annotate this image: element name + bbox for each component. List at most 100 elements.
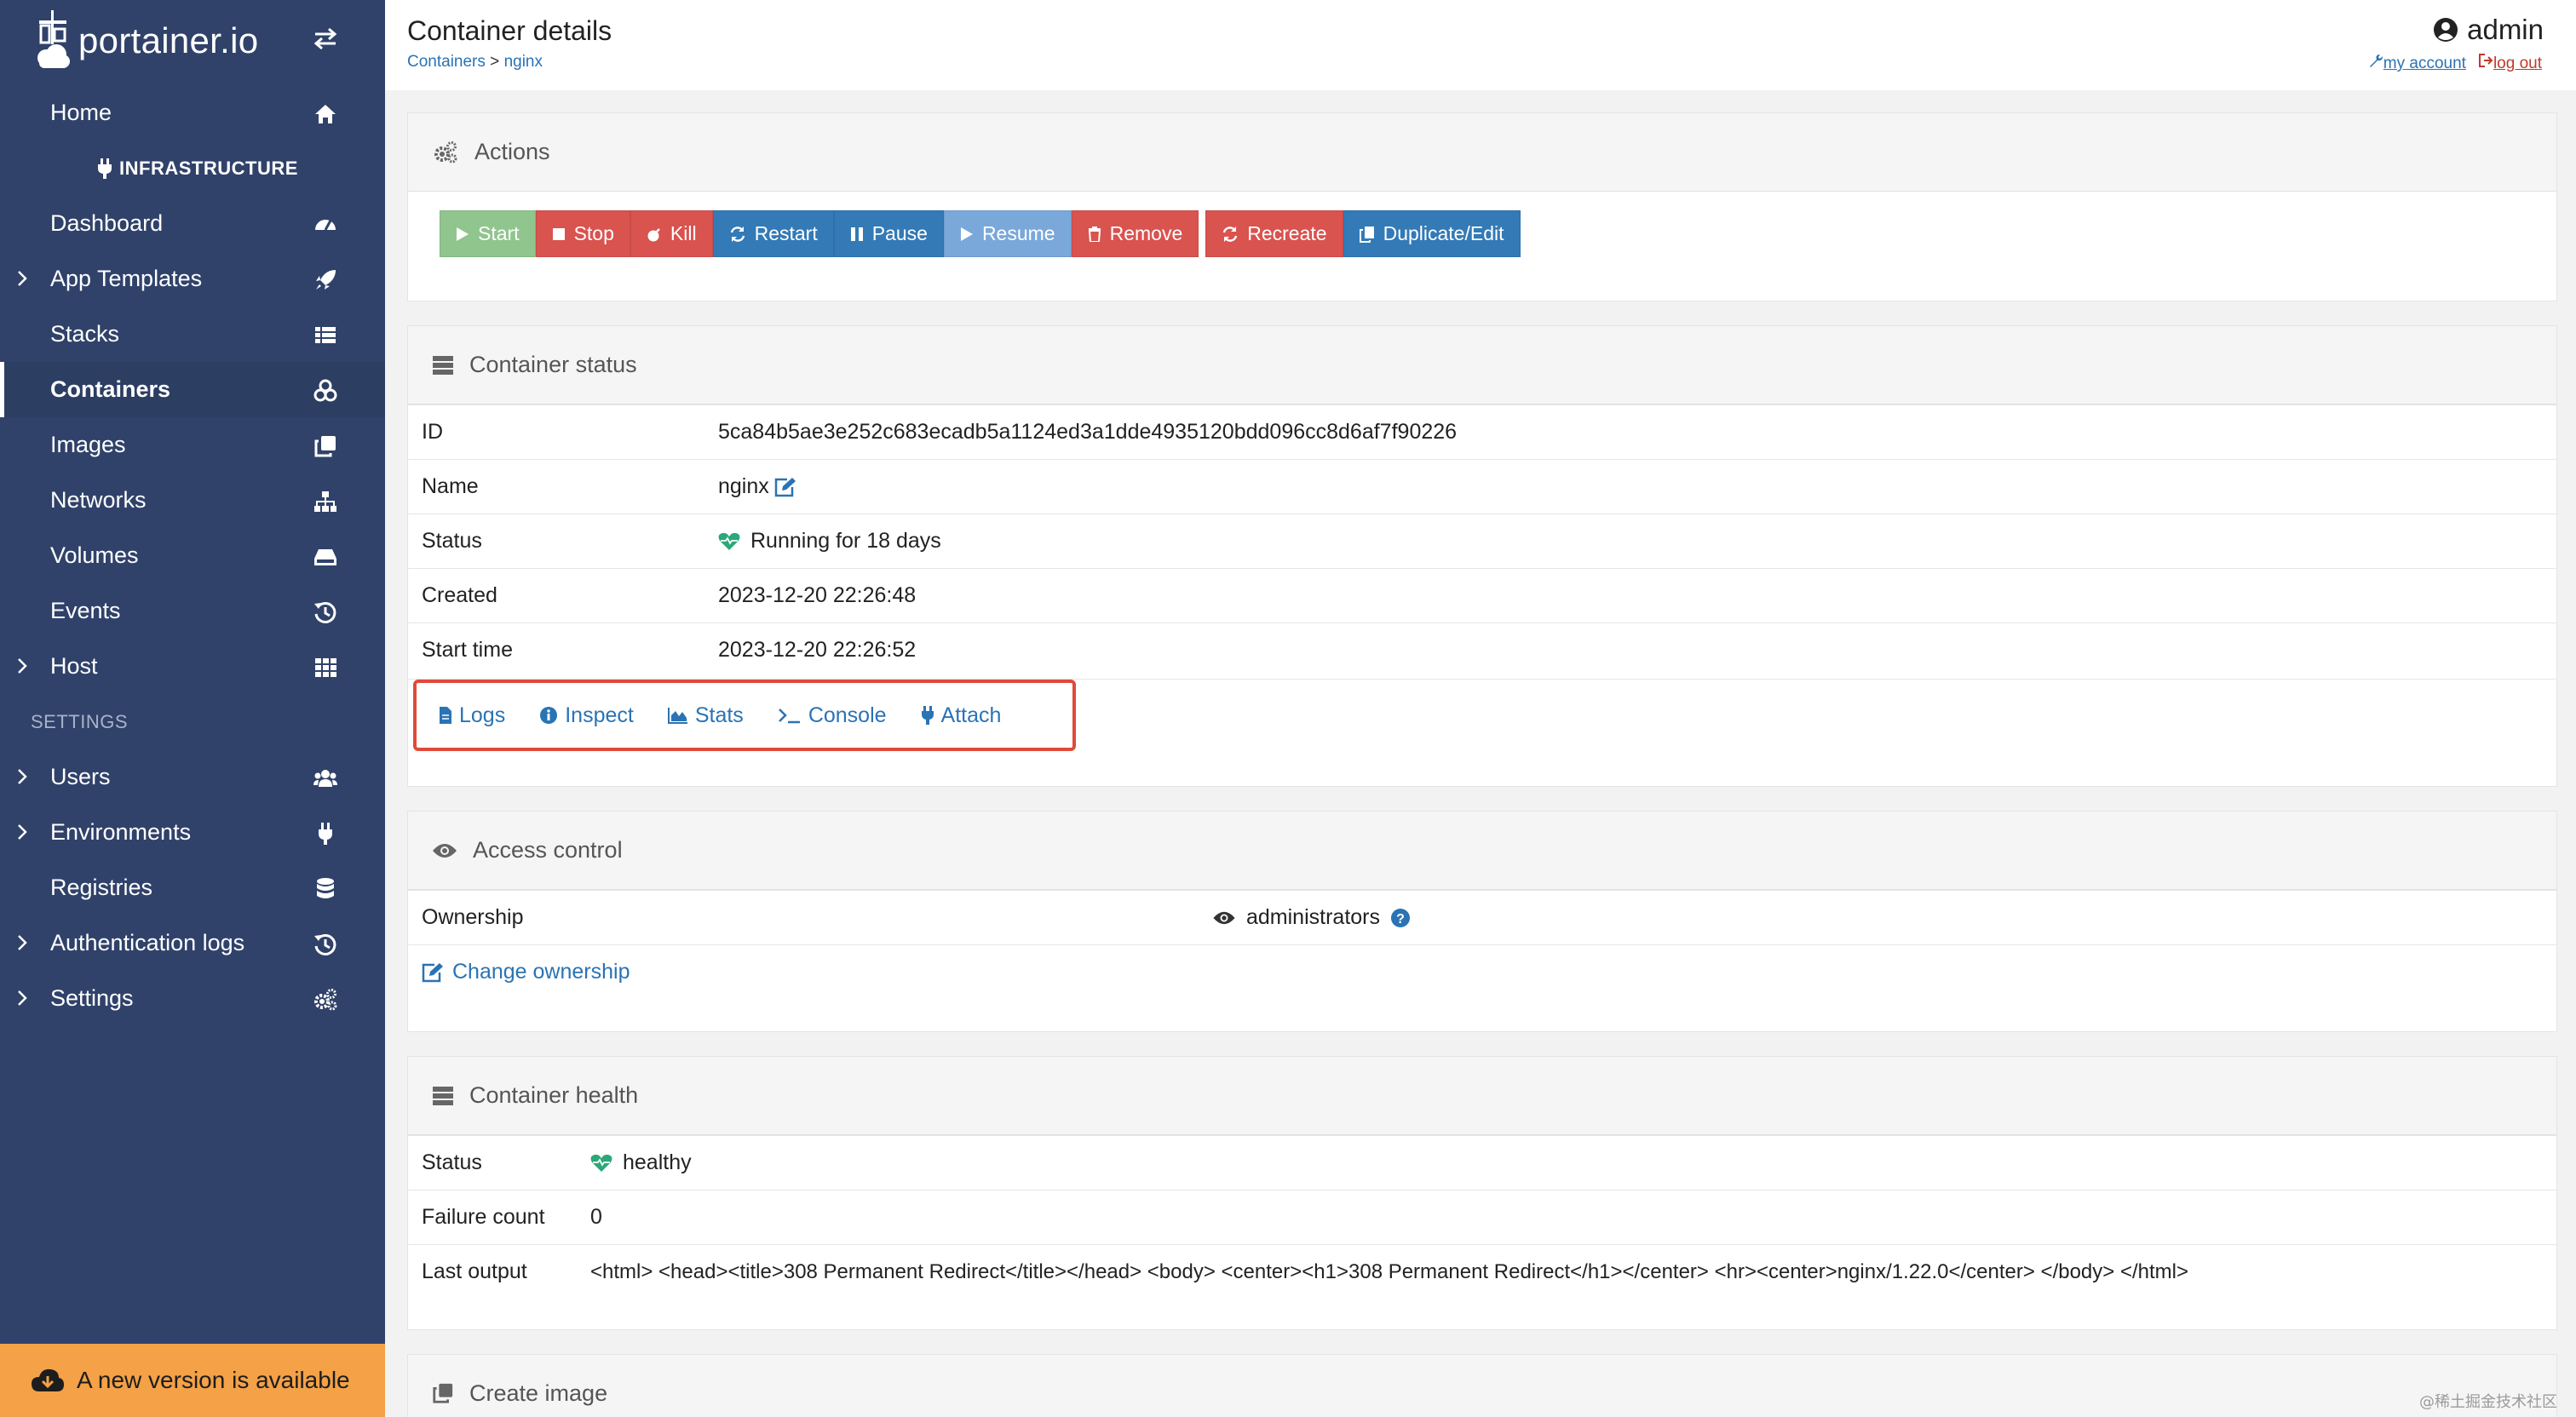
cogs-icon	[434, 141, 457, 163]
sidebar-item-dashboard[interactable]: Dashboard	[0, 196, 385, 251]
chevron-right-icon	[18, 990, 27, 1006]
terminal-icon	[778, 708, 800, 724]
start-button[interactable]: Start	[440, 210, 536, 257]
chevron-right-icon	[18, 658, 27, 674]
refresh-icon	[1223, 226, 1238, 242]
failure-count-value: 0	[590, 1205, 602, 1229]
clone-icon	[314, 436, 336, 457]
recreate-button[interactable]: Recreate	[1205, 210, 1343, 257]
sidebar-item-authentication-logs[interactable]: Authentication logs	[0, 915, 385, 971]
portainer-logo[interactable]: portainer.io	[34, 7, 258, 75]
sidebar-item-settings[interactable]: Settings	[0, 971, 385, 1026]
status-row-created: Created 2023-12-20 22:26:48	[408, 568, 2556, 622]
new-version-banner[interactable]: A new version is available	[0, 1344, 385, 1417]
container-quick-links: Logs Inspect Stats Console Attach	[413, 680, 1076, 751]
heartbeat-icon	[718, 532, 740, 550]
sidebar-item-images[interactable]: Images	[0, 417, 385, 473]
database-icon	[317, 878, 334, 898]
stop-button[interactable]: Stop	[535, 210, 630, 257]
my-account-link[interactable]: my account	[2368, 53, 2466, 73]
ownership-label: Ownership	[422, 905, 524, 929]
sidebar-item-networks[interactable]: Networks	[0, 473, 385, 528]
sidebar-item-home[interactable]: Home	[0, 85, 385, 141]
server-icon	[433, 355, 453, 375]
sidebar-item-stacks[interactable]: Stacks	[0, 307, 385, 362]
wrench-icon	[2369, 54, 2383, 67]
duplicate-label: Duplicate/Edit	[1383, 222, 1504, 244]
resume-button[interactable]: Resume	[943, 210, 1072, 257]
log-out-link[interactable]: log out	[2478, 53, 2542, 73]
container-status-title: Container status	[469, 352, 637, 377]
edit-icon	[422, 962, 443, 982]
users-icon	[313, 770, 337, 787]
remove-button[interactable]: Remove	[1071, 210, 1199, 257]
pause-label: Pause	[871, 222, 928, 244]
status-row-status: Status Running for 18 days	[408, 513, 2556, 568]
container-health-header: Container health	[408, 1057, 2556, 1135]
sidebar-item-app-templates[interactable]: App Templates	[0, 251, 385, 307]
cloud-download-icon	[32, 1368, 64, 1391]
sidebar-item-label: Dashboard	[50, 210, 164, 236]
breadcrumb-containers[interactable]: Containers	[407, 53, 486, 71]
sidebar-item-registries[interactable]: Registries	[0, 860, 385, 915]
name-label: Name	[422, 474, 479, 498]
history-icon	[314, 933, 336, 955]
start-time-label: Start time	[422, 638, 513, 662]
clone-icon	[433, 1383, 453, 1403]
ownership-value: administrators	[1246, 905, 1380, 929]
start-time-value: 2023-12-20 22:26:52	[718, 638, 917, 662]
portainer-logo-icon	[37, 10, 70, 68]
sidebar-item-volumes[interactable]: Volumes	[0, 528, 385, 583]
health-row-failure-count: Failure count 0	[408, 1190, 2556, 1244]
attach-link[interactable]: Attach	[921, 703, 1002, 728]
logo-text: portainer.io	[78, 20, 259, 60]
breadcrumb-nginx[interactable]: nginx	[504, 53, 543, 71]
logs-link[interactable]: Logs	[439, 703, 505, 728]
copy-icon	[1359, 226, 1374, 243]
pause-button[interactable]: Pause	[833, 210, 944, 257]
console-label: Console	[808, 703, 887, 727]
sidebar-item-label: Authentication logs	[50, 930, 245, 955]
create-image-panel: Create image	[407, 1354, 2557, 1417]
console-link[interactable]: Console	[778, 703, 887, 728]
sidebar-item-label: Containers	[50, 376, 171, 402]
sitemap-icon	[314, 491, 336, 512]
kill-button[interactable]: Kill	[630, 210, 713, 257]
new-version-text: A new version is available	[77, 1367, 350, 1393]
access-control-panel: Access control Ownership administrators? …	[407, 811, 2557, 1032]
start-label: Start	[478, 222, 520, 244]
last-output-value: <html> <head><title>308 Permanent Redire…	[590, 1259, 2188, 1283]
health-row-status: Status healthy	[408, 1135, 2556, 1190]
actions-header: Actions	[408, 113, 2556, 192]
duplicate-edit-button[interactable]: Duplicate/Edit	[1343, 210, 1521, 257]
edit-icon[interactable]	[774, 477, 796, 497]
create-image-title: Create image	[469, 1380, 608, 1406]
action-buttons: Start Stop Kill Restart Pause Resume Rem…	[440, 210, 1521, 257]
kill-label: Kill	[670, 222, 697, 244]
actions-title: Actions	[474, 139, 550, 164]
sidebar-item-host[interactable]: Host	[0, 639, 385, 694]
question-circle-icon[interactable]: ?	[1390, 908, 1411, 928]
health-status-value: healthy	[623, 1150, 692, 1174]
svg-text:?: ?	[1396, 912, 1405, 926]
pause-icon	[850, 227, 863, 241]
sidebar-item-environments[interactable]: Environments	[0, 805, 385, 860]
hdd-icon	[314, 549, 336, 565]
recreate-label: Recreate	[1247, 222, 1327, 244]
sidebar-item-users[interactable]: Users	[0, 749, 385, 805]
sidebar-item-events[interactable]: Events	[0, 583, 385, 639]
play-icon	[960, 227, 973, 241]
stop-label: Stop	[573, 222, 614, 244]
restart-button[interactable]: Restart	[712, 210, 834, 257]
change-ownership-link[interactable]: Change ownership	[422, 960, 630, 984]
sidebar-item-label: Stacks	[50, 321, 120, 347]
attach-label: Attach	[940, 703, 1002, 727]
inspect-link[interactable]: Inspect	[539, 703, 634, 728]
stats-link[interactable]: Stats	[667, 703, 744, 728]
remove-label: Remove	[1109, 222, 1183, 244]
info-circle-icon	[540, 707, 558, 724]
sidebar-item-containers[interactable]: Containers	[0, 362, 385, 417]
sidebar-item-label: Registries	[50, 875, 153, 900]
toggle-sidebar-icon[interactable]	[312, 27, 339, 49]
sidebar-item-label: Images	[50, 432, 126, 457]
